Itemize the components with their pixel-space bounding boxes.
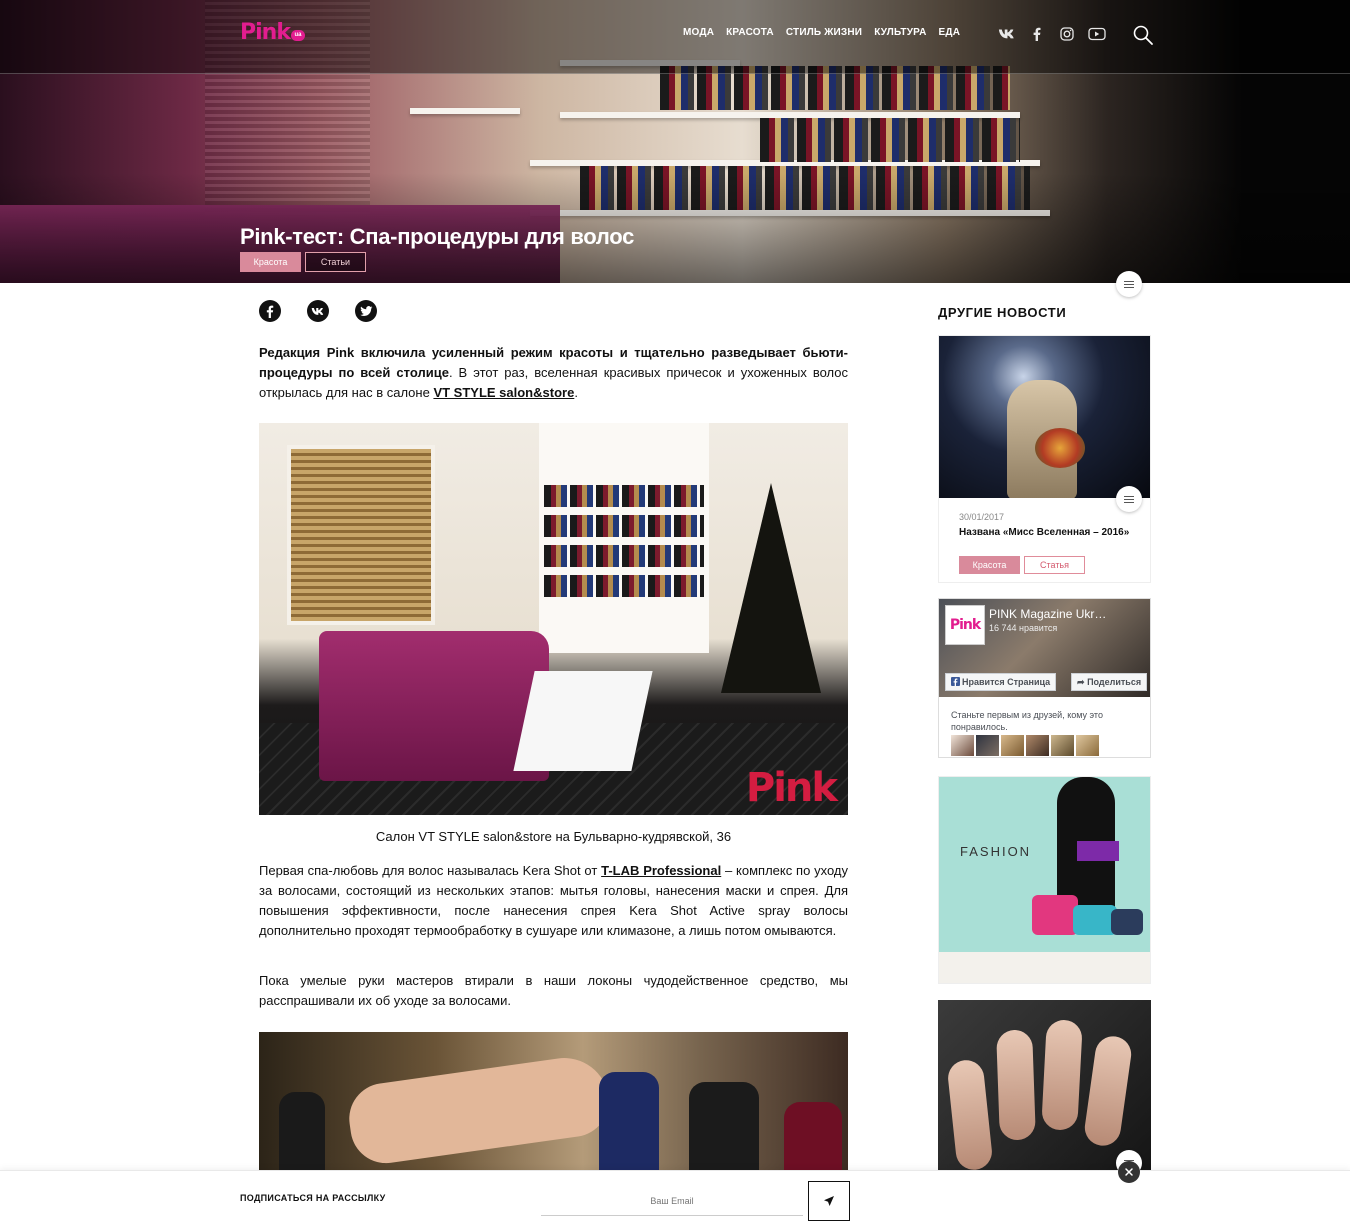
photo-caption: Салон VT STYLE salon&store на Бульварно-… xyxy=(375,829,732,844)
photo-table xyxy=(513,671,653,771)
ad-clutch xyxy=(1077,841,1119,861)
fb-face[interactable] xyxy=(1001,735,1024,756)
newsletter-label: Подписаться на рассылку xyxy=(240,1193,386,1203)
salon-link[interactable]: VT STYLE salon&store xyxy=(433,385,574,400)
site-logo[interactable]: Pink ua xyxy=(240,20,305,46)
news-card-date: 30/01/2017 xyxy=(959,512,1005,522)
photo-shelf-wall xyxy=(539,423,709,653)
fb-page-avatar[interactable]: Pink xyxy=(945,605,985,645)
newsletter-submit-button[interactable] xyxy=(808,1181,850,1221)
fb-face[interactable] xyxy=(1076,735,1099,756)
fb-share-button[interactable]: ➦ Поделиться xyxy=(1071,673,1148,691)
ad-text: FASHION xyxy=(960,844,1032,859)
main-nav: Мода Красота Стиль жизни Культура Еда xyxy=(683,27,972,38)
photo-christmas-tree xyxy=(721,483,821,693)
share-vk-icon[interactable] xyxy=(307,300,329,322)
close-icon[interactable] xyxy=(1118,1161,1140,1183)
article-paragraph: Первая спа-любовь для волос называлась K… xyxy=(259,861,848,941)
ad-bag xyxy=(1111,909,1143,935)
news-card[interactable]: 30/01/2017 Названа «Мисс Вселенная – 201… xyxy=(938,335,1151,583)
news-card-tag-article[interactable]: Статья xyxy=(1024,556,1085,574)
hero-products xyxy=(760,118,1020,162)
fb-face[interactable] xyxy=(1026,735,1049,756)
share-arrow-icon: ➦ xyxy=(1077,677,1085,687)
photo-bottle xyxy=(689,1082,759,1172)
search-icon[interactable] xyxy=(1132,24,1154,46)
photo-bottle xyxy=(784,1102,842,1172)
article-paragraph: Пока умелые руки мастеров втирали в наши… xyxy=(259,973,848,1008)
photo-products xyxy=(544,485,704,507)
youtube-icon[interactable] xyxy=(1088,26,1106,42)
photo-window xyxy=(287,445,435,625)
logo-badge: ua xyxy=(290,30,305,41)
photo-products xyxy=(544,575,704,597)
article-title: Pink-тест: Спа-процедуры для волос xyxy=(240,224,635,249)
fb-like-label: Нравится Страница xyxy=(962,677,1051,687)
photo-hands xyxy=(344,1052,614,1168)
comments-icon[interactable] xyxy=(1116,271,1142,297)
fb-face[interactable] xyxy=(1051,735,1074,756)
news-card-image[interactable] xyxy=(939,336,1150,498)
facebook-widget: Pink PINK Magazine Ukr… 16 744 нравится … xyxy=(938,598,1151,758)
fb-share-label: Поделиться xyxy=(1087,677,1142,687)
fb-face[interactable] xyxy=(951,735,974,756)
news-card-comments-icon[interactable] xyxy=(1116,486,1142,512)
nail-finger xyxy=(946,1058,994,1172)
news-card-tag-krasota[interactable]: Красота xyxy=(959,556,1020,574)
tag-articles[interactable]: Статьи xyxy=(305,252,366,272)
header-social-links xyxy=(998,26,1106,42)
hero-gradient xyxy=(0,173,1350,283)
photo-bottle xyxy=(599,1072,659,1172)
fb-friend-faces xyxy=(951,735,1099,756)
newsletter-bar: Подписаться на рассылку xyxy=(0,1170,1350,1228)
nail-finger xyxy=(1082,1034,1134,1148)
logo-wordmark: Pink xyxy=(240,20,291,45)
nav-item-lifestyle[interactable]: Стиль жизни xyxy=(786,27,862,38)
fb-face[interactable] xyxy=(976,735,999,756)
nails-news-image[interactable] xyxy=(938,1000,1151,1172)
nail-finger xyxy=(996,1029,1036,1141)
article-intro: Редакция Pink включила усиленный режим к… xyxy=(259,343,848,403)
instagram-icon[interactable] xyxy=(1058,26,1076,42)
fashion-ad-banner[interactable]: FASHION xyxy=(938,776,1151,984)
vk-icon[interactable] xyxy=(998,26,1016,42)
p2-text: Первая спа-любовь для волос называлась K… xyxy=(259,863,602,878)
news-card-title[interactable]: Названа «Мисс Вселенная – 2016» xyxy=(959,527,1129,538)
hero-shelf xyxy=(410,108,520,114)
salon-photo: Pink xyxy=(259,423,848,815)
nav-item-food[interactable]: Еда xyxy=(939,27,961,38)
fb-like-page-button[interactable]: Нравится Страница xyxy=(945,673,1057,691)
fb-like-count: 16 744 нравится xyxy=(989,623,1058,633)
intro-end: . xyxy=(574,385,578,400)
tlab-link[interactable]: T-LAB Professional xyxy=(601,863,721,878)
share-twitter-icon[interactable] xyxy=(355,300,377,322)
fb-friends-prompt: Станьте первым из друзей, кому это понра… xyxy=(951,710,1103,732)
ad-bag xyxy=(1032,895,1078,935)
nav-item-moda[interactable]: Мода xyxy=(683,27,714,38)
image-bouquet xyxy=(1035,428,1085,468)
photo-products xyxy=(544,545,704,567)
tag-krasota[interactable]: Красота xyxy=(240,252,301,272)
photo-products xyxy=(544,515,704,537)
nav-item-culture[interactable]: Культура xyxy=(874,27,926,38)
nail-finger xyxy=(1041,1019,1083,1131)
send-icon xyxy=(824,1196,834,1206)
sidebar-title: Другие новости xyxy=(938,305,1067,320)
photo-bottle xyxy=(279,1092,325,1172)
newsletter-email-input[interactable] xyxy=(541,1186,803,1216)
photo-sofa xyxy=(319,631,549,781)
treatment-photo xyxy=(259,1032,848,1172)
nav-item-krasota[interactable]: Красота xyxy=(726,27,774,38)
share-facebook-icon[interactable] xyxy=(259,300,281,322)
fb-avatar-logo: Pink xyxy=(949,617,981,633)
fb-logo-icon xyxy=(951,677,960,686)
photo-watermark: Pink xyxy=(745,765,838,811)
fb-page-name[interactable]: PINK Magazine Ukr… xyxy=(989,607,1106,621)
facebook-icon[interactable] xyxy=(1028,26,1046,42)
